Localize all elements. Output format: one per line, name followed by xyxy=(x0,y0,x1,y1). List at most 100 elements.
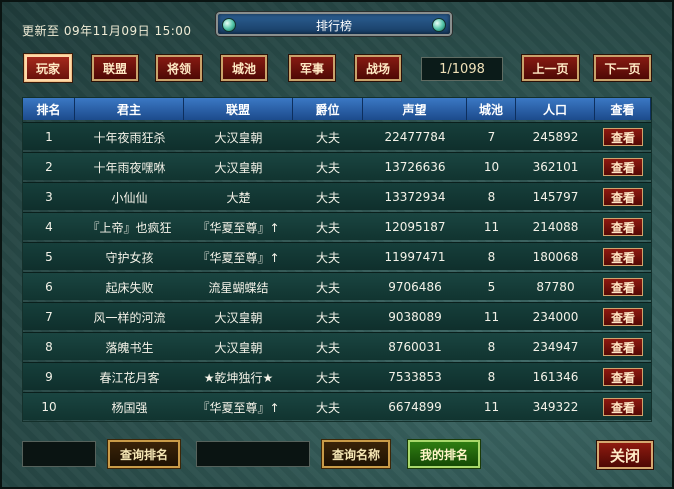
view-button[interactable]: 查看 xyxy=(603,308,643,326)
cell-alliance: 大楚 xyxy=(226,190,251,205)
ranking-table: 排名 君主 联盟 爵位 声望 城池 人口 查看 1 十年夜雨狂杀 大汉皇朝 大夫 22477784 7 2… xyxy=(22,97,652,422)
table-row: 2 十年雨夜嘿咻 大汉皇朝 大夫 13726636 10 362101 查看 xyxy=(23,152,651,180)
cell-prestige: 11997471 xyxy=(384,250,446,264)
cell-population: 234000 xyxy=(532,310,579,324)
cell-lord: 杨国强 xyxy=(111,400,148,415)
rank-query-input[interactable] xyxy=(22,441,96,467)
col-population-header: 人口 xyxy=(516,98,595,120)
cell-view: 查看 xyxy=(595,243,651,271)
col-rank-header: 排名 xyxy=(23,98,75,120)
cell-alliance: 大汉皇朝 xyxy=(214,160,263,175)
update-timestamp: 更新至 09年11月09日 15:00 xyxy=(22,24,192,38)
cell-view: 查看 xyxy=(595,153,651,181)
cell-view: 查看 xyxy=(595,393,651,421)
cell-rank: 9 xyxy=(45,370,53,384)
cell-title: 大夫 xyxy=(315,370,340,385)
tab-generals[interactable]: 将领 xyxy=(156,55,202,81)
view-button[interactable]: 查看 xyxy=(603,398,643,416)
cell-population: 161346 xyxy=(532,370,579,384)
tab-alliances[interactable]: 联盟 xyxy=(92,55,138,81)
cell-rank: 8 xyxy=(45,340,53,354)
page-indicator: 1/1098 xyxy=(421,57,503,81)
view-button[interactable]: 查看 xyxy=(603,188,643,206)
cell-cities: 11 xyxy=(483,310,500,324)
cell-title: 大夫 xyxy=(315,220,340,235)
cell-population: 234947 xyxy=(532,340,579,354)
cell-lord: 小仙仙 xyxy=(111,190,148,205)
table-row: 10 杨国强 『华夏至尊』↑ 大夫 6674899 11 349322 查看 xyxy=(23,392,651,420)
next-page-button[interactable]: 下一页 xyxy=(594,55,651,81)
cell-prestige: 8760031 xyxy=(388,340,442,354)
tab-cities[interactable]: 城池 xyxy=(221,55,267,81)
cell-population: 362101 xyxy=(532,160,579,174)
view-button[interactable]: 查看 xyxy=(603,368,643,386)
name-query-input[interactable] xyxy=(196,441,310,467)
table-row: 4 『上帝』也疯狂 『华夏至尊』↑ 大夫 12095187 11 214088 查看 xyxy=(23,212,651,240)
col-view-header: 查看 xyxy=(595,98,651,120)
cell-title: 大夫 xyxy=(315,160,340,175)
view-button[interactable]: 查看 xyxy=(603,128,643,146)
cell-cities: 10 xyxy=(483,160,500,174)
jade-gem-icon xyxy=(432,18,446,32)
cell-lord: 十年雨夜嘿咻 xyxy=(93,160,166,175)
cell-prestige: 13372934 xyxy=(384,190,446,204)
cell-population: 180068 xyxy=(532,250,579,264)
cell-view: 查看 xyxy=(595,273,651,301)
tab-battlefield[interactable]: 战场 xyxy=(355,55,401,81)
cell-title: 大夫 xyxy=(315,400,340,415)
view-button[interactable]: 查看 xyxy=(603,338,643,356)
cell-cities: 11 xyxy=(483,400,500,414)
cell-title: 大夫 xyxy=(315,130,340,145)
prev-page-button[interactable]: 上一页 xyxy=(522,55,579,81)
table-row: 6 起床失败 流星蝴蝶结 大夫 9706486 5 87780 查看 xyxy=(23,272,651,300)
table-row: 9 春江花月客 ★乾坤独行★ 大夫 7533853 8 161346 查看 xyxy=(23,362,651,390)
table-row: 3 小仙仙 大楚 大夫 13372934 8 145797 查看 xyxy=(23,182,651,210)
close-button[interactable]: 关闭 xyxy=(597,441,653,469)
cell-rank: 10 xyxy=(41,400,57,414)
table-row: 8 落魄书生 大汉皇朝 大夫 8760031 8 234947 查看 xyxy=(23,332,651,360)
cell-lord: 风一样的河流 xyxy=(93,310,166,325)
view-button[interactable]: 查看 xyxy=(603,248,643,266)
cell-view: 查看 xyxy=(595,183,651,211)
cell-prestige: 22477784 xyxy=(384,130,446,144)
view-button[interactable]: 查看 xyxy=(603,158,643,176)
cell-population: 145797 xyxy=(532,190,579,204)
cell-alliance: 大汉皇朝 xyxy=(214,340,263,355)
cell-alliance: 『华夏至尊』↑ xyxy=(197,220,280,235)
cell-population: 214088 xyxy=(532,220,579,234)
cell-view: 查看 xyxy=(595,213,651,241)
cell-alliance: 『华夏至尊』↑ xyxy=(197,250,280,265)
cell-lord: 『上帝』也疯狂 xyxy=(87,220,172,235)
cell-rank: 1 xyxy=(45,130,53,144)
cell-title: 大夫 xyxy=(315,310,340,325)
cell-view: 查看 xyxy=(595,363,651,391)
cell-cities: 7 xyxy=(487,130,496,144)
cell-lord: 守护女孩 xyxy=(105,250,154,265)
my-rank-button[interactable]: 我的排名 xyxy=(408,440,480,468)
cell-rank: 2 xyxy=(45,160,53,174)
query-rank-button[interactable]: 查询排名 xyxy=(108,440,180,468)
cell-prestige: 9706486 xyxy=(388,280,442,294)
cell-title: 大夫 xyxy=(315,340,340,355)
table-row: 1 十年夜雨狂杀 大汉皇朝 大夫 22477784 7 245892 查看 xyxy=(23,122,651,150)
cell-prestige: 12095187 xyxy=(384,220,446,234)
tab-military[interactable]: 军事 xyxy=(289,55,335,81)
cell-view: 查看 xyxy=(595,333,651,361)
col-cities-header: 城池 xyxy=(467,98,516,120)
cell-cities: 8 xyxy=(487,340,496,354)
cell-title: 大夫 xyxy=(315,190,340,205)
cell-lord: 落魄书生 xyxy=(105,340,154,355)
view-button[interactable]: 查看 xyxy=(603,278,643,296)
query-name-button[interactable]: 查询名称 xyxy=(322,440,390,468)
col-lord-header: 君主 xyxy=(75,98,184,120)
page-title: 排行榜 xyxy=(315,19,352,33)
cell-population: 349322 xyxy=(532,400,579,414)
cell-population: 87780 xyxy=(536,280,575,294)
cell-cities: 8 xyxy=(487,190,496,204)
col-prestige-header: 声望 xyxy=(363,98,467,120)
tab-players[interactable]: 玩家 xyxy=(25,55,71,81)
cell-rank: 6 xyxy=(45,280,53,294)
view-button[interactable]: 查看 xyxy=(603,218,643,236)
cell-alliance: ★乾坤独行★ xyxy=(203,370,274,385)
cell-prestige: 7533853 xyxy=(388,370,442,384)
